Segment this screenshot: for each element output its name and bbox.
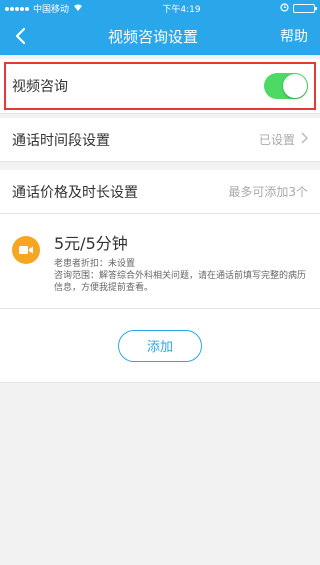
video-camera-icon bbox=[12, 236, 40, 264]
time-setting-status: 已设置 bbox=[258, 133, 295, 147]
help-button[interactable]: 帮助 bbox=[280, 26, 308, 46]
carrier-label: 中国移动 bbox=[33, 5, 70, 15]
add-button-area: 添加 bbox=[0, 309, 320, 383]
battery-icon bbox=[292, 4, 317, 13]
back-arrow-icon[interactable] bbox=[14, 27, 26, 45]
price-item-card[interactable]: 5元/5分钟 老患者折扣：未设置 咨询范围：解答综合外科相关问题，请在通话前填写… bbox=[0, 214, 320, 309]
scope-text: 咨询范围：解答综合外科相关问题，请在通话前填写完整的病历信息，方便我提前查看。 bbox=[54, 271, 307, 293]
video-consult-highlight: 视频咨询 bbox=[4, 62, 316, 110]
discount-text: 老患者折扣：未设置 bbox=[54, 259, 136, 269]
nav-bar: 视频咨询设置 帮助 bbox=[0, 17, 320, 55]
header-area: 中国移动 下午4:19 视频咨询设置 帮助 bbox=[0, 0, 320, 55]
status-bar: 中国移动 下午4:19 bbox=[0, 0, 320, 17]
wifi-icon bbox=[73, 3, 83, 14]
toggle-knob bbox=[283, 74, 307, 98]
video-consult-row: 视频咨询 bbox=[0, 59, 320, 114]
price-setting-hint: 最多可添加3个 bbox=[228, 185, 308, 199]
price-setting-row: 通话价格及时长设置 最多可添加3个 bbox=[0, 170, 320, 214]
chevron-right-icon bbox=[301, 132, 309, 147]
video-consult-label: 视频咨询 bbox=[12, 79, 68, 95]
time-setting-row[interactable]: 通话时间段设置 已设置 bbox=[0, 118, 320, 162]
add-button[interactable]: 添加 bbox=[118, 329, 202, 362]
price-setting-label: 通话价格及时长设置 bbox=[12, 184, 138, 201]
video-consult-toggle[interactable] bbox=[264, 73, 308, 99]
page-title: 视频咨询设置 bbox=[107, 27, 198, 46]
price-text: 5元/5分钟 bbox=[54, 234, 128, 253]
clock: 下午4:19 bbox=[162, 5, 201, 15]
signal-icon bbox=[5, 6, 29, 11]
alarm-icon bbox=[280, 2, 289, 15]
time-setting-label: 通话时间段设置 bbox=[12, 132, 110, 149]
